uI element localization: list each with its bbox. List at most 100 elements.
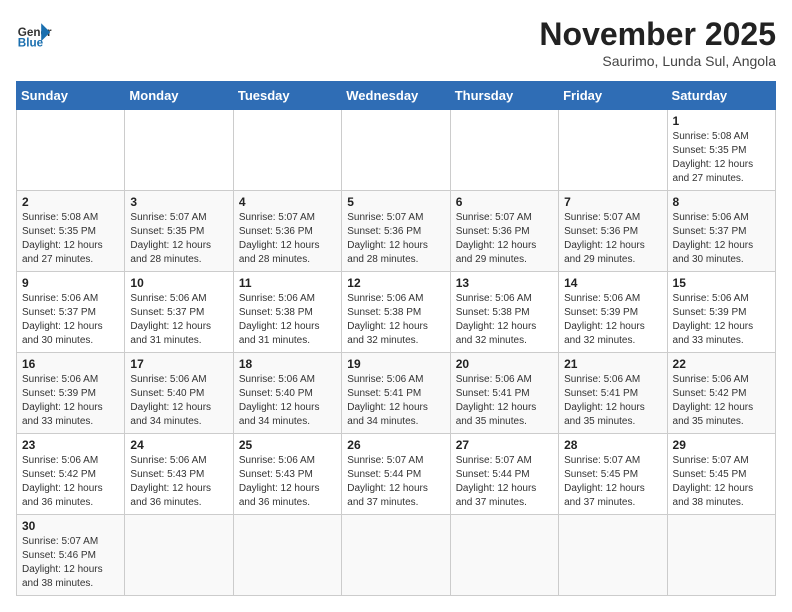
col-header-thursday: Thursday — [450, 82, 558, 110]
col-header-monday: Monday — [125, 82, 233, 110]
day-info: Sunrise: 5:06 AM Sunset: 5:38 PM Dayligh… — [239, 292, 336, 348]
day-number: 16 — [22, 357, 119, 371]
day-number: 6 — [456, 195, 553, 209]
calendar-cell: 9 Sunrise: 5:06 AM Sunset: 5:37 PM Daylig… — [17, 272, 125, 353]
day-number: 5 — [347, 195, 444, 209]
calendar-cell: 19 Sunrise: 5:06 AM Sunset: 5:41 PM Dayli… — [342, 353, 450, 434]
day-info: Sunrise: 5:06 AM Sunset: 5:37 PM Dayligh… — [130, 292, 227, 348]
calendar-cell — [342, 515, 450, 596]
calendar-cell — [233, 110, 341, 191]
calendar-cell — [125, 110, 233, 191]
day-number: 28 — [564, 438, 661, 452]
location-subtitle: Saurimo, Lunda Sul, Angola — [539, 53, 776, 69]
calendar-cell: 11Sunrise: 5:06 AM Sunset: 5:38 PM Dayli… — [233, 272, 341, 353]
day-number: 26 — [347, 438, 444, 452]
col-header-saturday: Saturday — [667, 82, 775, 110]
day-info: Sunrise: 5:06 AM Sunset: 5:39 PM Dayligh… — [673, 292, 770, 348]
calendar-cell: 22 Sunrise: 5:06 AM Sunset: 5:42 PM Dayli… — [667, 353, 775, 434]
day-info: Sunrise: 5:06 AM Sunset: 5:39 PM Dayligh… — [564, 292, 661, 348]
day-number: 27 — [456, 438, 553, 452]
calendar-cell: 17 Sunrise: 5:06 AM Sunset: 5:40 PM Dayli… — [125, 353, 233, 434]
day-info: Sunrise: 5:06 AM Sunset: 5:42 PM Dayligh… — [22, 454, 119, 510]
calendar-cell — [667, 515, 775, 596]
day-info: Sunrise: 5:07 AM Sunset: 5:36 PM Dayligh… — [239, 211, 336, 267]
day-info: Sunrise: 5:07 AM Sunset: 5:36 PM Dayligh… — [456, 211, 553, 267]
day-info: Sunrise: 5:06 AM Sunset: 5:41 PM Dayligh… — [456, 373, 553, 429]
day-number: 3 — [130, 195, 227, 209]
calendar-cell: 26 Sunrise: 5:07 AM Sunset: 5:44 PM Dayli… — [342, 434, 450, 515]
calendar-cell — [17, 110, 125, 191]
calendar-week-6: 30Sunrise: 5:07 AM Sunset: 5:46 PM Dayli… — [17, 515, 776, 596]
day-info: Sunrise: 5:06 AM Sunset: 5:38 PM Dayligh… — [347, 292, 444, 348]
day-number: 29 — [673, 438, 770, 452]
calendar-cell — [233, 515, 341, 596]
col-header-tuesday: Tuesday — [233, 82, 341, 110]
calendar-cell — [450, 110, 558, 191]
day-number: 1 — [673, 114, 770, 128]
day-number: 19 — [347, 357, 444, 371]
calendar-cell: 27Sunrise: 5:07 AM Sunset: 5:44 PM Dayli… — [450, 434, 558, 515]
calendar-cell: 6 Sunrise: 5:07 AM Sunset: 5:36 PM Daylig… — [450, 191, 558, 272]
calendar-cell — [559, 110, 667, 191]
day-number: 15 — [673, 276, 770, 290]
day-info: Sunrise: 5:06 AM Sunset: 5:40 PM Dayligh… — [239, 373, 336, 429]
logo-icon: General Blue — [16, 16, 52, 52]
calendar-week-2: 2 Sunrise: 5:08 AM Sunset: 5:35 PM Daylig… — [17, 191, 776, 272]
day-info: Sunrise: 5:06 AM Sunset: 5:42 PM Dayligh… — [673, 373, 770, 429]
calendar-table: SundayMondayTuesdayWednesdayThursdayFrid… — [16, 81, 776, 596]
day-number: 2 — [22, 195, 119, 209]
calendar-cell: 29 Sunrise: 5:07 AM Sunset: 5:45 PM Dayli… — [667, 434, 775, 515]
calendar-cell: 30Sunrise: 5:07 AM Sunset: 5:46 PM Dayli… — [17, 515, 125, 596]
calendar-cell: 3Sunrise: 5:07 AM Sunset: 5:35 PM Daylig… — [125, 191, 233, 272]
col-header-wednesday: Wednesday — [342, 82, 450, 110]
day-info: Sunrise: 5:06 AM Sunset: 5:40 PM Dayligh… — [130, 373, 227, 429]
day-number: 24 — [130, 438, 227, 452]
day-info: Sunrise: 5:08 AM Sunset: 5:35 PM Dayligh… — [22, 211, 119, 267]
calendar-cell: 13 Sunrise: 5:06 AM Sunset: 5:38 PM Dayli… — [450, 272, 558, 353]
day-info: Sunrise: 5:07 AM Sunset: 5:36 PM Dayligh… — [564, 211, 661, 267]
calendar-cell: 25 Sunrise: 5:06 AM Sunset: 5:43 PM Dayli… — [233, 434, 341, 515]
calendar-cell: 24Sunrise: 5:06 AM Sunset: 5:43 PM Dayli… — [125, 434, 233, 515]
day-info: Sunrise: 5:07 AM Sunset: 5:36 PM Dayligh… — [347, 211, 444, 267]
page-header: General Blue November 2025 Saurimo, Lund… — [16, 16, 776, 69]
calendar-cell: 1Sunrise: 5:08 AM Sunset: 5:35 PM Daylig… — [667, 110, 775, 191]
day-number: 14 — [564, 276, 661, 290]
day-number: 10 — [130, 276, 227, 290]
day-number: 21 — [564, 357, 661, 371]
calendar-cell: 7 Sunrise: 5:07 AM Sunset: 5:36 PM Daylig… — [559, 191, 667, 272]
day-number: 7 — [564, 195, 661, 209]
col-header-friday: Friday — [559, 82, 667, 110]
day-info: Sunrise: 5:06 AM Sunset: 5:41 PM Dayligh… — [347, 373, 444, 429]
day-info: Sunrise: 5:07 AM Sunset: 5:45 PM Dayligh… — [673, 454, 770, 510]
day-number: 4 — [239, 195, 336, 209]
day-info: Sunrise: 5:06 AM Sunset: 5:37 PM Dayligh… — [22, 292, 119, 348]
col-header-sunday: Sunday — [17, 82, 125, 110]
calendar-cell: 8 Sunrise: 5:06 AM Sunset: 5:37 PM Daylig… — [667, 191, 775, 272]
calendar-week-4: 16 Sunrise: 5:06 AM Sunset: 5:39 PM Dayli… — [17, 353, 776, 434]
day-number: 17 — [130, 357, 227, 371]
day-info: Sunrise: 5:06 AM Sunset: 5:43 PM Dayligh… — [239, 454, 336, 510]
calendar-cell — [559, 515, 667, 596]
day-number: 22 — [673, 357, 770, 371]
logo: General Blue — [16, 16, 52, 52]
day-info: Sunrise: 5:06 AM Sunset: 5:38 PM Dayligh… — [456, 292, 553, 348]
day-number: 12 — [347, 276, 444, 290]
calendar-cell: 2 Sunrise: 5:08 AM Sunset: 5:35 PM Daylig… — [17, 191, 125, 272]
day-number: 20 — [456, 357, 553, 371]
calendar-week-5: 23Sunrise: 5:06 AM Sunset: 5:42 PM Dayli… — [17, 434, 776, 515]
calendar-header-row: SundayMondayTuesdayWednesdayThursdayFrid… — [17, 82, 776, 110]
calendar-cell: 14 Sunrise: 5:06 AM Sunset: 5:39 PM Dayli… — [559, 272, 667, 353]
calendar-cell: 28Sunrise: 5:07 AM Sunset: 5:45 PM Dayli… — [559, 434, 667, 515]
day-info: Sunrise: 5:06 AM Sunset: 5:39 PM Dayligh… — [22, 373, 119, 429]
day-number: 25 — [239, 438, 336, 452]
day-info: Sunrise: 5:06 AM Sunset: 5:37 PM Dayligh… — [673, 211, 770, 267]
day-number: 8 — [673, 195, 770, 209]
calendar-cell: 20 Sunrise: 5:06 AM Sunset: 5:41 PM Dayli… — [450, 353, 558, 434]
month-title: November 2025 — [539, 16, 776, 53]
day-number: 13 — [456, 276, 553, 290]
day-number: 9 — [22, 276, 119, 290]
calendar-cell — [450, 515, 558, 596]
title-block: November 2025 Saurimo, Lunda Sul, Angola — [539, 16, 776, 69]
day-info: Sunrise: 5:07 AM Sunset: 5:44 PM Dayligh… — [347, 454, 444, 510]
calendar-cell — [342, 110, 450, 191]
